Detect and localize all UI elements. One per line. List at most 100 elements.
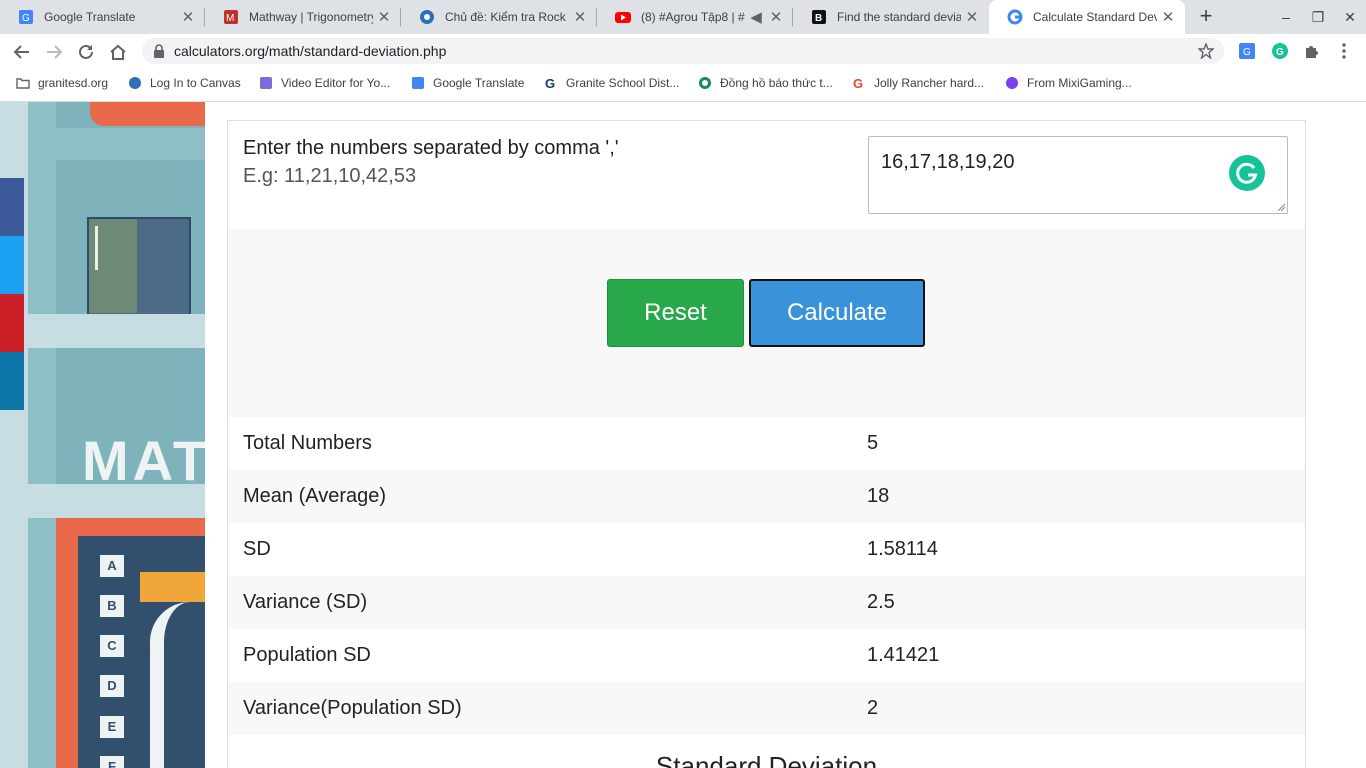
decorative-side-illustration: MAT A B C D E F (0, 102, 205, 768)
youtube-icon (615, 12, 631, 23)
bookmark-canvas[interactable]: Log In to Canvas (128, 76, 241, 90)
svg-text:G: G (853, 76, 863, 90)
google-icon (1007, 9, 1023, 25)
pinterest-share-button[interactable] (0, 294, 24, 352)
tab-calculate-standard-deviation[interactable]: Calculate Standard Devi ✕ (989, 0, 1185, 34)
art-letter: A (100, 555, 124, 577)
numbers-input[interactable]: 16,17,18,19,20 (868, 136, 1288, 214)
result-label: Population SD (243, 644, 371, 666)
tab-find-standard-deviation[interactable]: B Find the standard deviat ✕ (793, 0, 989, 34)
close-tab-icon[interactable]: ✕ (1157, 8, 1179, 26)
numbers-input-value: 16,17,18,19,20 (881, 151, 1015, 173)
bookmark-jolly-rancher[interactable]: G Jolly Rancher hard... (852, 76, 984, 90)
calculate-button[interactable]: Calculate (749, 279, 925, 347)
svg-text:G: G (22, 13, 30, 24)
bookmark-label: Granite School Dist... (566, 76, 680, 90)
tab-strip: G Google Translate ✕ M Mathway | Trigono… (0, 0, 1366, 34)
tab-mathway[interactable]: M Mathway | Trigonometry ✕ (205, 0, 401, 34)
mathway-icon: M (224, 10, 238, 24)
bookmark-label: Video Editor for Yo... (281, 76, 391, 90)
google-translate-icon (412, 77, 424, 89)
bookmark-google-translate[interactable]: Google Translate (411, 76, 524, 90)
grammarly-extension-icon[interactable]: G (1271, 42, 1289, 60)
section-heading: Standard Deviation (655, 751, 878, 768)
result-label: Variance (SD) (243, 591, 368, 613)
reload-button[interactable] (74, 40, 98, 64)
art-letter: C (100, 635, 124, 657)
bookmark-granite-school[interactable]: G Granite School Dist... (544, 76, 679, 90)
svg-text:G: G (545, 76, 555, 90)
forward-arrow-icon (47, 45, 63, 59)
bookmark-label: Log In to Canvas (150, 76, 241, 90)
reset-button[interactable]: Reset (607, 279, 744, 347)
result-value: 2.5 (867, 591, 895, 613)
extensions-puzzle-icon[interactable] (1303, 42, 1321, 60)
bookmark-label: From MixiGaming... (1027, 76, 1132, 90)
svg-text:G: G (1276, 47, 1284, 58)
resize-grip-icon[interactable] (1277, 203, 1285, 211)
restore-button[interactable]: ❐ (1308, 7, 1328, 27)
bookmarks-bar: granitesd.org Log In to Canvas Video Edi… (0, 69, 1366, 102)
tab-title: (8) #Agrou Tập8 | # (641, 10, 745, 24)
page-content: MAT A B C D E F Enter the numbers separa… (0, 102, 1366, 768)
tab-google-translate[interactable]: G Google Translate ✕ (0, 0, 205, 34)
google-translate-icon: G (19, 10, 33, 24)
canvas-icon (420, 10, 434, 24)
bookmark-video-editor[interactable]: Video Editor for Yo... (259, 76, 390, 90)
close-window-button[interactable]: ✕ (1340, 7, 1360, 27)
lock-icon[interactable] (153, 44, 165, 58)
button-row: Reset Calculate (228, 229, 1305, 417)
forward-button[interactable] (42, 40, 66, 64)
bookmark-label: Jolly Rancher hard... (874, 76, 985, 90)
tab-youtube[interactable]: (8) #Agrou Tập8 | # ◀ ✕ (597, 0, 793, 34)
svg-text:B: B (815, 13, 822, 24)
close-tab-icon[interactable]: ✕ (373, 8, 395, 26)
linkedin-share-button[interactable] (0, 352, 24, 410)
minimize-button[interactable]: – (1276, 7, 1296, 27)
facebook-share-button[interactable] (0, 178, 24, 236)
art-letter: D (100, 675, 124, 697)
canvas-icon (129, 77, 141, 89)
translate-extension-icon[interactable]: G (1238, 42, 1256, 60)
grammarly-icon[interactable] (1229, 155, 1265, 191)
speaker-icon[interactable]: ◀ (747, 8, 765, 26)
input-example: E.g: 11,21,10,42,53 (243, 165, 417, 187)
home-icon (110, 44, 126, 60)
bookmark-label: granitesd.org (38, 76, 109, 90)
bookmark-label: Đồng hồ báo thức t... (720, 76, 833, 90)
input-prompt: Enter the numbers separated by comma ',' (243, 137, 619, 159)
result-value: 5 (867, 432, 879, 454)
brainly-icon: B (812, 10, 826, 24)
result-row-sd: SD 1.58114 (228, 523, 1305, 576)
close-tab-icon[interactable]: ✕ (177, 8, 199, 26)
bookmark-label: Google Translate (433, 76, 525, 90)
tab-title: Google Translate (44, 10, 136, 24)
bookmark-granitesd[interactable]: granitesd.org (16, 76, 108, 90)
mixigaming-icon (1006, 77, 1018, 89)
result-row-variance-sd: Variance (SD) 2.5 (228, 576, 1305, 629)
tab-title: Calculate Standard Devi (1033, 10, 1157, 24)
close-tab-icon[interactable]: ✕ (961, 8, 983, 26)
granite-g-icon: G (545, 76, 555, 90)
close-tab-icon[interactable]: ✕ (765, 8, 787, 26)
new-tab-button[interactable]: + (1193, 4, 1219, 30)
back-arrow-icon (13, 45, 29, 59)
close-tab-icon[interactable]: ✕ (569, 8, 591, 26)
menu-kebab-icon[interactable] (1336, 42, 1352, 60)
bookmark-mixigaming[interactable]: From MixiGaming... (1005, 76, 1132, 90)
tab-kiem-tra[interactable]: Chủ đề: Kiểm tra Rock C ✕ (401, 0, 597, 34)
art-letter: B (100, 595, 124, 617)
art-letter: E (100, 716, 124, 738)
result-value: 1.41421 (867, 644, 940, 666)
bookmark-dong-ho[interactable]: Đồng hồ báo thức t... (698, 76, 833, 90)
tab-title: Find the standard deviat (837, 10, 961, 24)
result-label: Mean (Average) (243, 485, 387, 507)
result-label: Variance(Population SD) (243, 697, 462, 719)
home-button[interactable] (106, 40, 130, 64)
address-bar[interactable]: calculators.org/math/standard-deviation.… (142, 38, 1224, 64)
twitter-share-button[interactable] (0, 236, 24, 294)
folder-icon (16, 78, 30, 89)
star-icon[interactable] (1198, 43, 1214, 59)
back-button[interactable] (10, 40, 34, 64)
result-row-variance-population-sd: Variance(Population SD) 2 (228, 682, 1305, 735)
